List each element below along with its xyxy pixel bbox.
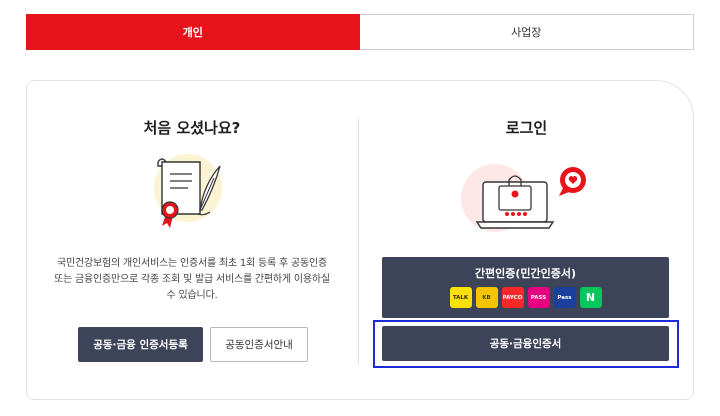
laptop-lock-icon: [461, 164, 586, 232]
pass-logo-icon: PASS: [527, 287, 550, 308]
panel-divider: [358, 118, 359, 364]
kb-logo-icon: KB: [475, 287, 498, 308]
auth-provider-logos: TALK KB PAYCO PASS Pass N: [382, 287, 669, 308]
cert-guide-button[interactable]: 공동인증서안내: [210, 327, 308, 362]
certificate-scroll-icon: [154, 154, 222, 228]
simple-auth-label: 간편인증(민간인증서): [474, 267, 577, 280]
naver-logo-icon: N: [579, 287, 602, 308]
register-cert-button[interactable]: 공동·금융 인증서등록: [78, 327, 203, 362]
service-description: 국민건강보험의 개인서비스는 인증서를 최초 1회 등록 후 공동인증 또는 금…: [54, 258, 330, 301]
joint-financial-cert-button[interactable]: 공동·금융인증서: [382, 326, 669, 361]
heart-chat-bubble-icon: [559, 167, 586, 196]
tab-personal[interactable]: 개인: [26, 14, 360, 50]
payco-logo-icon: PAYCO: [501, 287, 524, 308]
ribbon-seal-icon: [161, 201, 179, 228]
kakaotalk-logo-icon: TALK: [449, 287, 472, 308]
first-visit-heading: 처음 오셨나요?: [143, 119, 241, 137]
samsung-pass-logo-icon: Pass: [553, 287, 576, 308]
tab-business[interactable]: 사업장: [359, 14, 694, 50]
simple-auth-button[interactable]: 간편인증(민간인증서) TALK KB PAYCO PASS Pass N: [382, 257, 669, 318]
login-heading: 로그인: [505, 119, 548, 137]
user-type-tabs: 개인 사업장: [26, 14, 694, 50]
